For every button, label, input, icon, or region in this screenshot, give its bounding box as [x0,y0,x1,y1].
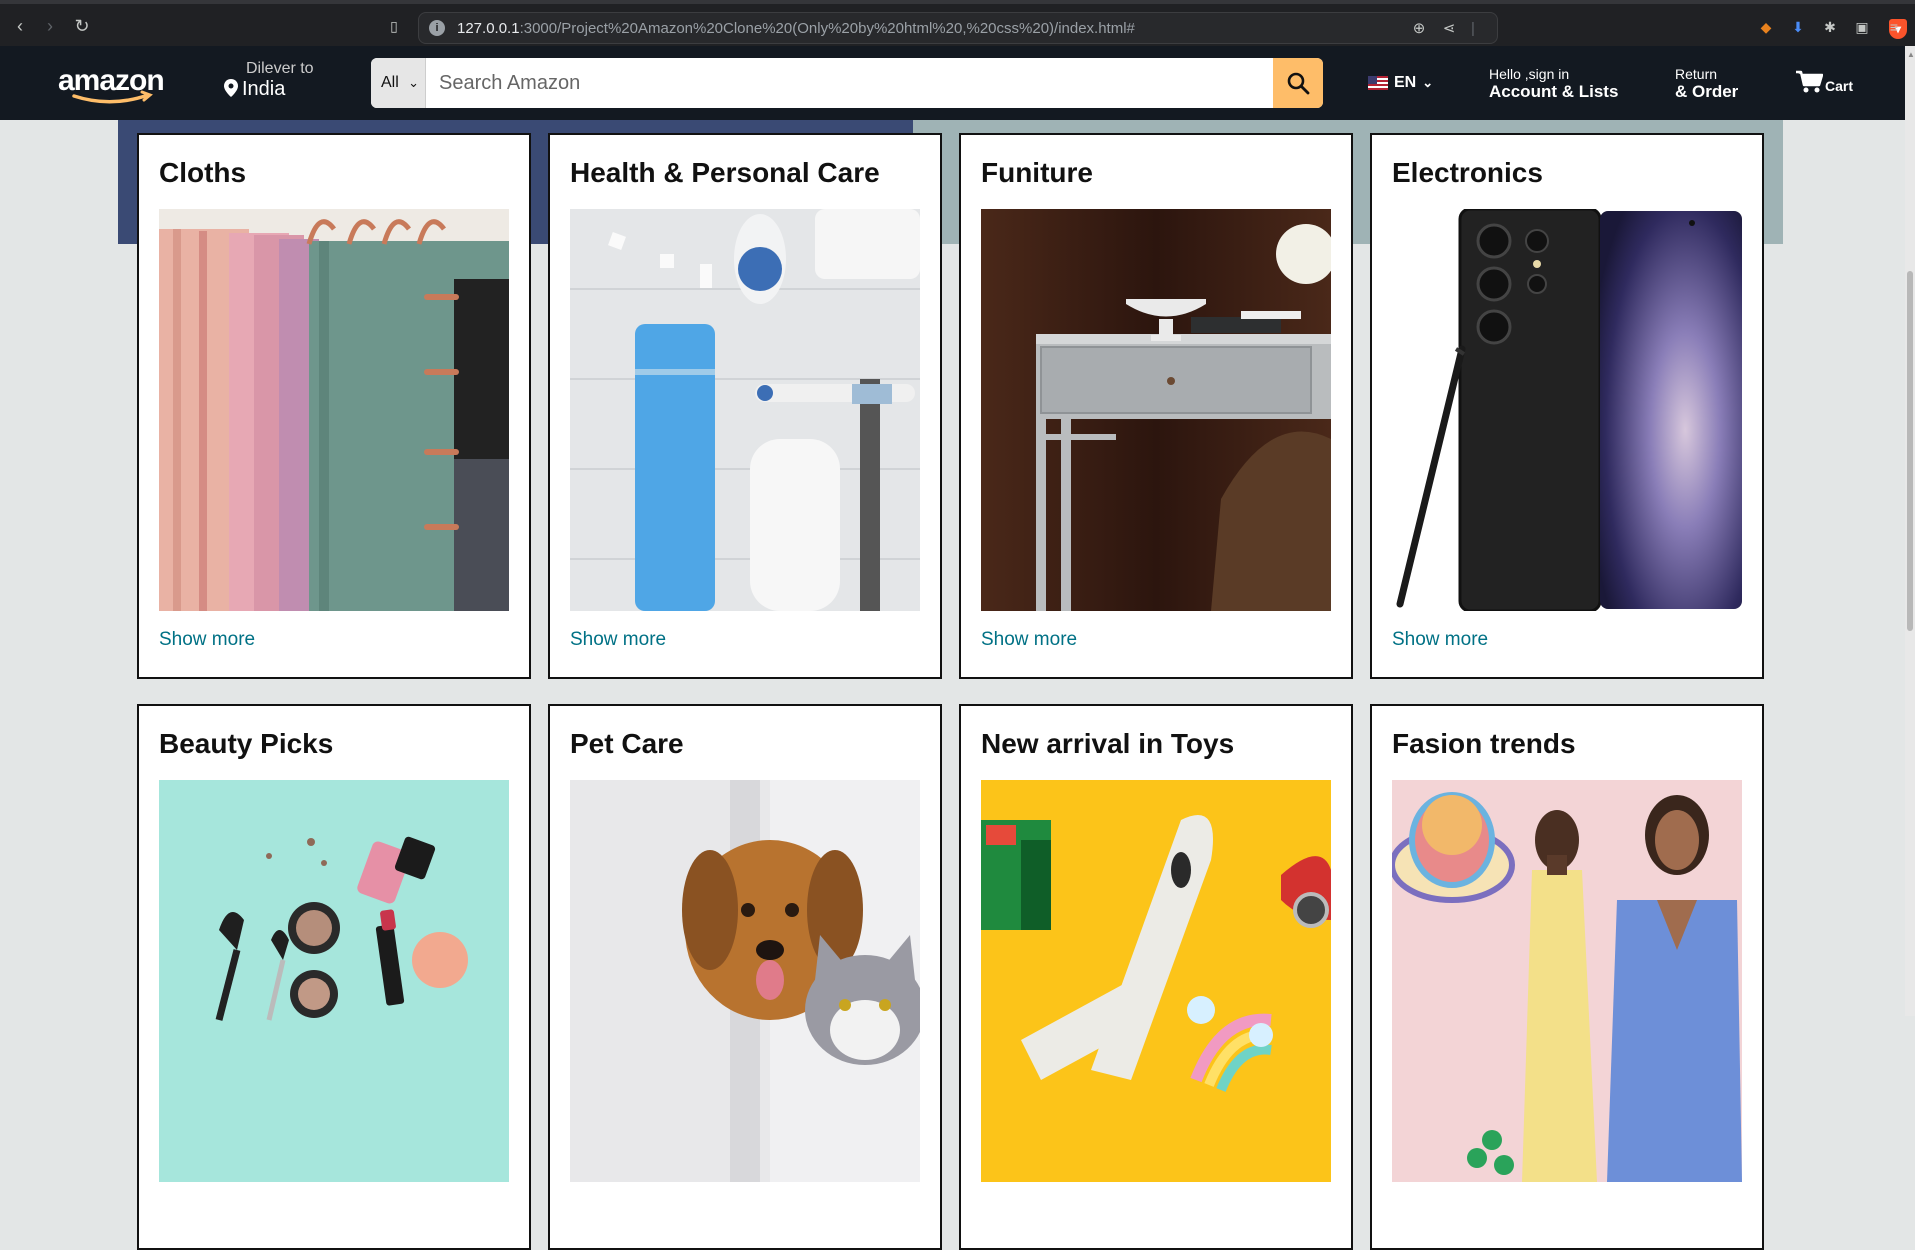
cart-icon [1796,70,1823,93]
category-card-fashion: Fasion trends [1370,704,1764,1250]
show-more-link[interactable]: Show more [981,629,1077,651]
chevron-down-icon: ⌄ [1422,75,1434,90]
search-category-select[interactable]: All ⌄ [371,58,426,108]
cart-button[interactable]: Cart [1795,70,1853,94]
deliver-to[interactable]: Dilever to India [224,60,314,101]
returns-orders[interactable]: Return & Order [1675,66,1738,102]
metamask-icon[interactable]: ◆ [1756,17,1776,37]
category-card-toys: New arrival in Toys [959,704,1353,1250]
us-flag-icon [1368,76,1388,90]
card-image-fashion[interactable] [1392,780,1742,1182]
bookmark-icon[interactable]: ▯ [382,14,406,38]
zoom-icon[interactable]: ⊕ [1409,19,1429,39]
card-title: New arrival in Toys [981,728,1235,759]
category-card-beauty: Beauty Picks [137,704,531,1250]
reload-icon[interactable]: ↻ [70,14,94,38]
category-card-pet-care: Pet Care [548,704,942,1250]
language-label: EN [1394,74,1417,91]
show-more-link[interactable]: Show more [570,629,666,651]
forward-icon[interactable]: › [38,14,62,38]
card-title: Funiture [981,157,1093,188]
chevron-down-icon: ⌄ [408,75,419,90]
account-label: Account & Lists [1489,82,1619,101]
url-text[interactable]: 127.0.0.1:3000/Project%20Amazon%20Clone%… [457,20,1135,37]
cart-label: Cart [1825,78,1854,94]
card-title: Health & Personal Care [570,157,880,188]
divider: | [1471,20,1475,37]
amazon-logo[interactable]: amazon [56,62,166,106]
deliver-label: Dilever to [246,60,314,77]
sidebar-icon[interactable]: ▣ [1852,17,1872,37]
deliver-location: India [224,78,314,101]
card-title: Electronics [1392,157,1543,188]
search-bar: All ⌄ [371,58,1323,108]
card-title: Pet Care [570,728,684,759]
category-card-electronics: Electronics Show more [1370,133,1764,679]
card-image-health[interactable] [570,209,920,611]
category-card-health: Health & Personal Care Show more [548,133,942,679]
category-card-cloths: Cloths Show more [137,133,531,679]
search-icon [1287,72,1310,95]
account-lists[interactable]: Hello ,sign in Account & Lists [1489,66,1618,102]
card-image-toys[interactable] [981,780,1331,1182]
location-pin-icon [224,79,238,97]
scrollbar-thumb[interactable] [1907,271,1913,631]
search-input[interactable] [427,58,1267,108]
card-image-pet-care[interactable] [570,780,920,1182]
card-image-cloths[interactable] [159,209,509,611]
card-title: Cloths [159,157,247,188]
back-icon[interactable]: ‹ [8,14,32,38]
menu-icon[interactable]: ≡ [1884,17,1904,37]
browser-toolbar: ‹ › ↻ ▯ i 127.0.0.1:3000/Project%20Amazo… [0,0,1915,46]
language-selector[interactable]: EN ⌄ [1368,74,1433,92]
show-more-link[interactable]: Show more [1392,629,1488,651]
search-button[interactable] [1273,58,1323,108]
card-image-electronics[interactable] [1392,209,1742,611]
download-extension-icon[interactable]: ⬇ [1788,17,1808,37]
amazon-navbar: amazon Dilever to India All⌄ EN ⌄ Hello … [0,46,1905,120]
page-scrollbar[interactable]: ▲ [1905,46,1915,1016]
address-bar[interactable]: i 127.0.0.1:3000/Project%20Amazon%20Clon… [418,12,1907,44]
account-greeting: Hello ,sign in [1489,66,1570,82]
card-title: Fasion trends [1392,728,1576,759]
extensions-icon[interactable]: ✱ [1820,17,1840,37]
share-icon[interactable]: ⋖ [1439,19,1459,39]
scroll-up-icon[interactable]: ▲ [1907,50,1915,59]
site-info-icon[interactable]: i [429,20,445,36]
card-image-beauty[interactable] [159,780,509,1182]
category-card-furniture: Funiture Show more [959,133,1353,679]
svg-text:amazon: amazon [58,64,164,97]
orders-label: & Order [1675,82,1739,101]
show-more-link[interactable]: Show more [159,629,255,651]
card-image-furniture[interactable] [981,209,1331,611]
card-title: Beauty Picks [159,728,334,759]
returns-label: Return [1675,66,1718,82]
